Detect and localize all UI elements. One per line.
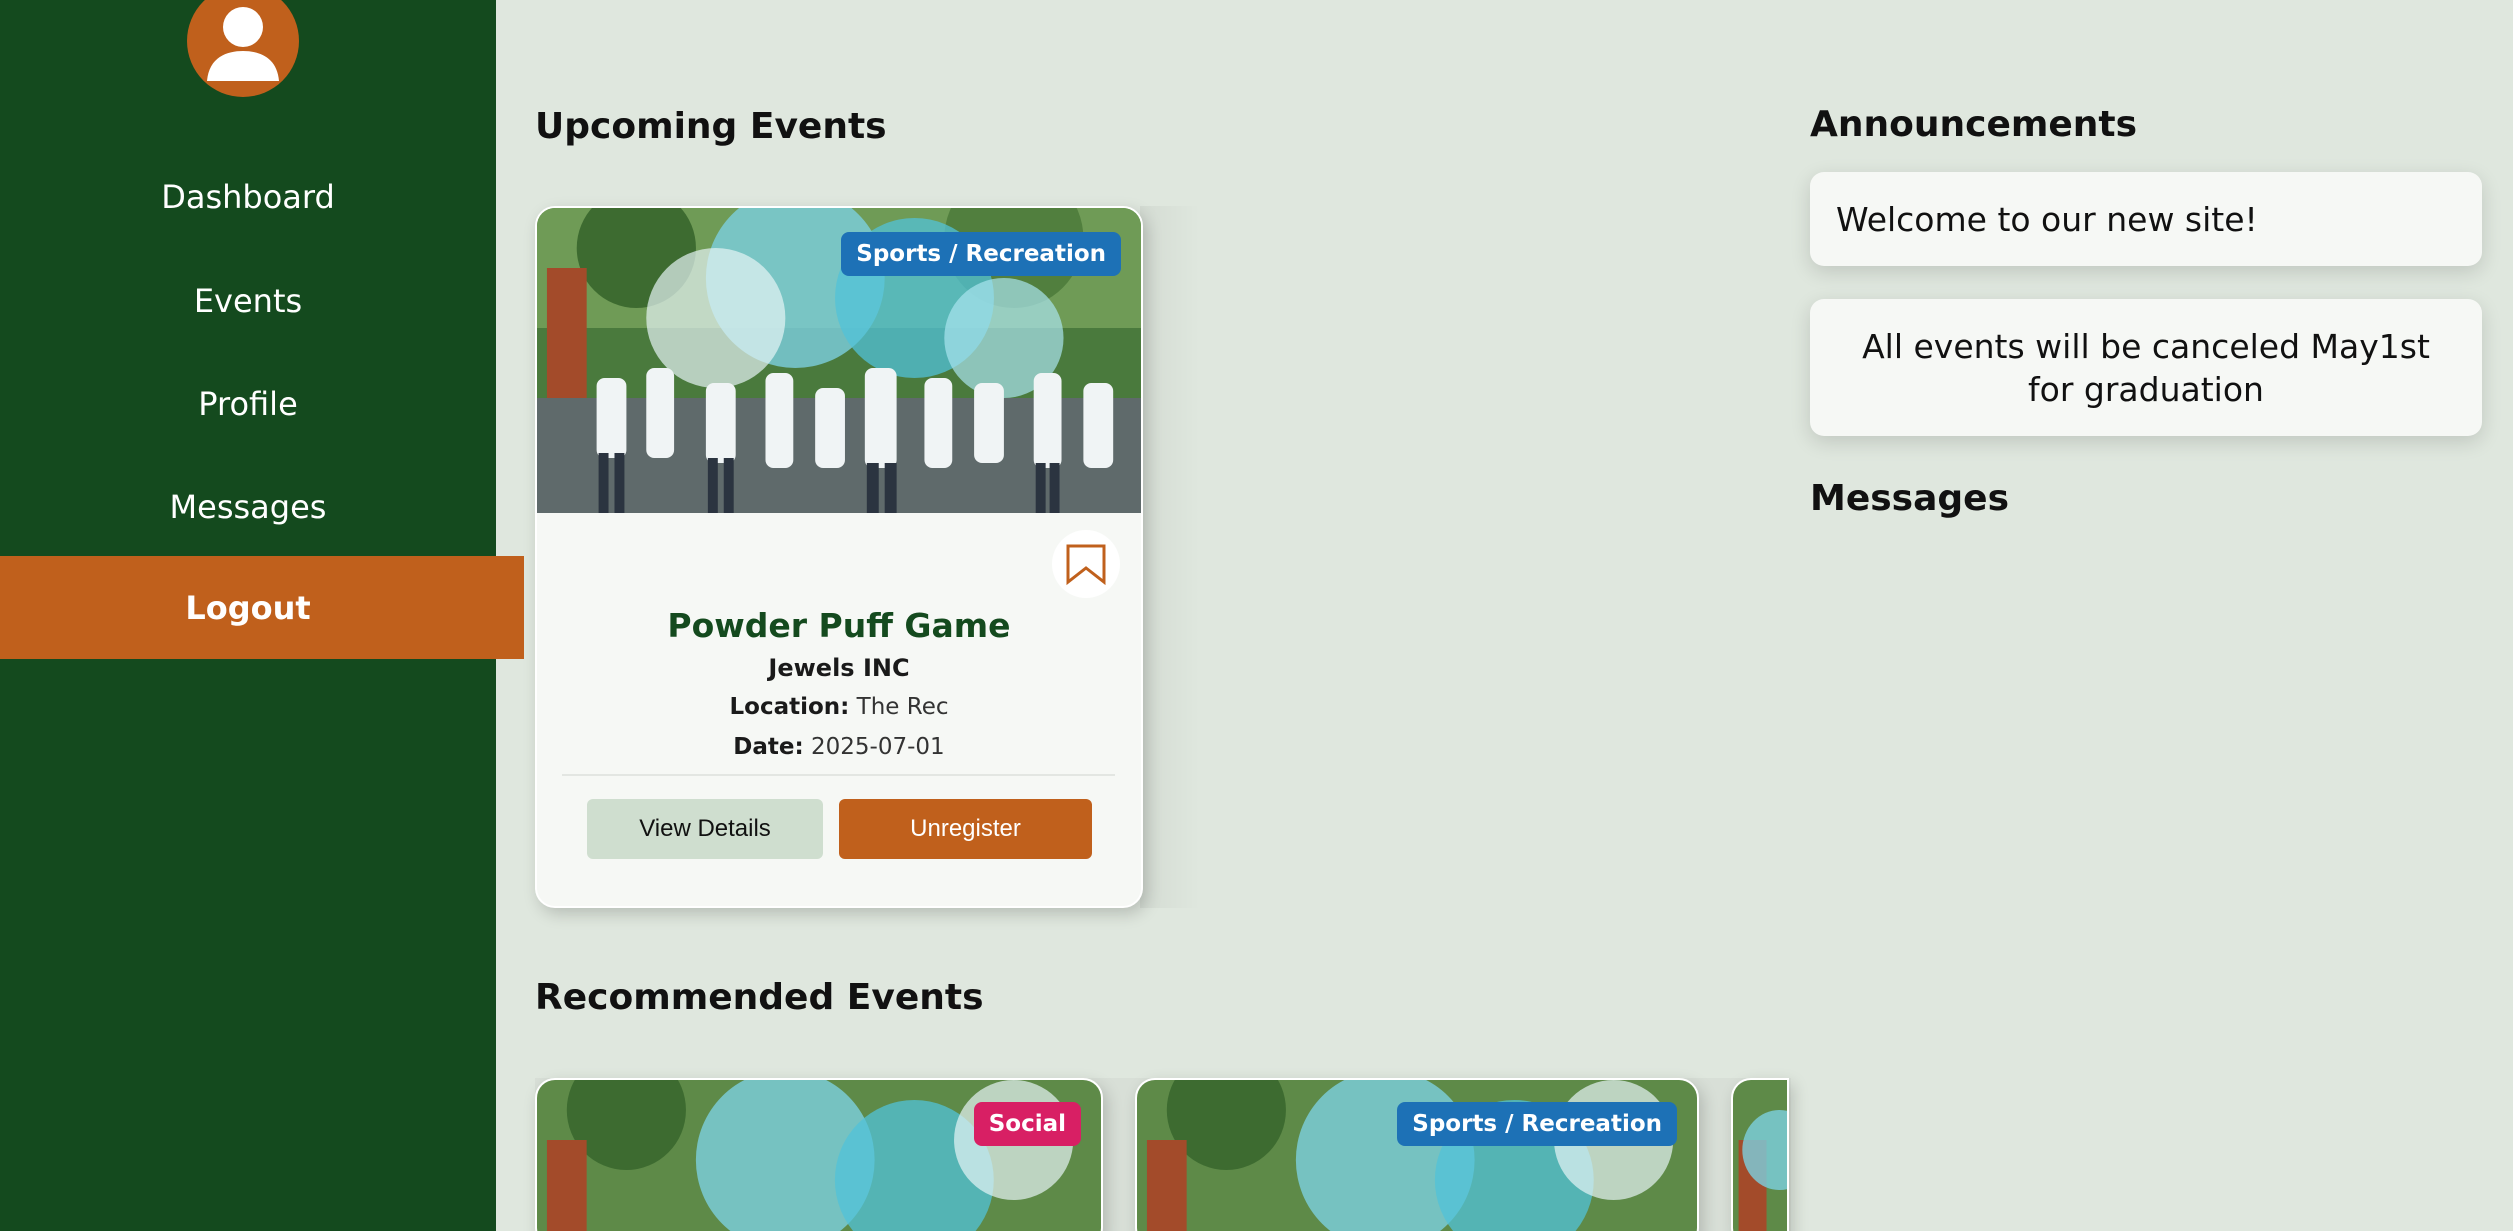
scroll-fade [1140,206,1200,908]
event-location: Location: The Rec [537,694,1141,720]
nav-profile[interactable]: Profile [0,384,496,424]
user-avatar-icon[interactable] [187,0,299,97]
messages-heading: Messages [1810,478,2010,519]
recommended-card[interactable]: Sports / Recreation [1135,1078,1699,1231]
date-value: 2025-07-01 [811,734,945,760]
recommended-card[interactable]: Social [535,1078,1103,1231]
nav-dashboard[interactable]: Dashboard [0,177,496,217]
category-badge: Sports / Recreation [1397,1102,1677,1146]
announcement-item: Welcome to our new site! [1810,172,2482,266]
unregister-button[interactable]: Unregister [839,799,1092,859]
card-divider [562,774,1115,776]
event-title: Powder Puff Game [667,606,1011,645]
upcoming-events-heading: Upcoming Events [535,106,887,147]
announcement-text: All events will be canceled May1st for g… [1862,326,2430,409]
event-card: Sports / Recreation Powder Puff Game Jew… [535,206,1143,908]
category-badge: Social [973,1102,1081,1146]
announcement-text: Welcome to our new site! [1836,199,2258,239]
recommended-card-partial[interactable] [1731,1078,1789,1231]
event-image [1733,1080,1787,1231]
event-organizer: Jewels INC [768,654,910,682]
recommended-events-heading: Recommended Events [535,977,984,1018]
bookmark-icon[interactable] [1052,530,1120,598]
date-label: Date: [733,734,804,760]
announcements-heading: Announcements [1810,104,2138,145]
category-badge: Sports / Recreation [841,232,1121,276]
location-label: Location: [729,694,850,720]
announcement-item: All events will be canceled May1st for g… [1810,299,2482,436]
view-details-button[interactable]: View Details [587,799,823,859]
nav-messages[interactable]: Messages [0,487,496,527]
nav-events[interactable]: Events [0,281,496,321]
event-date: Date: 2025-07-01 [537,734,1141,760]
logout-button[interactable]: Logout [0,556,524,659]
location-value: The Rec [856,694,949,720]
